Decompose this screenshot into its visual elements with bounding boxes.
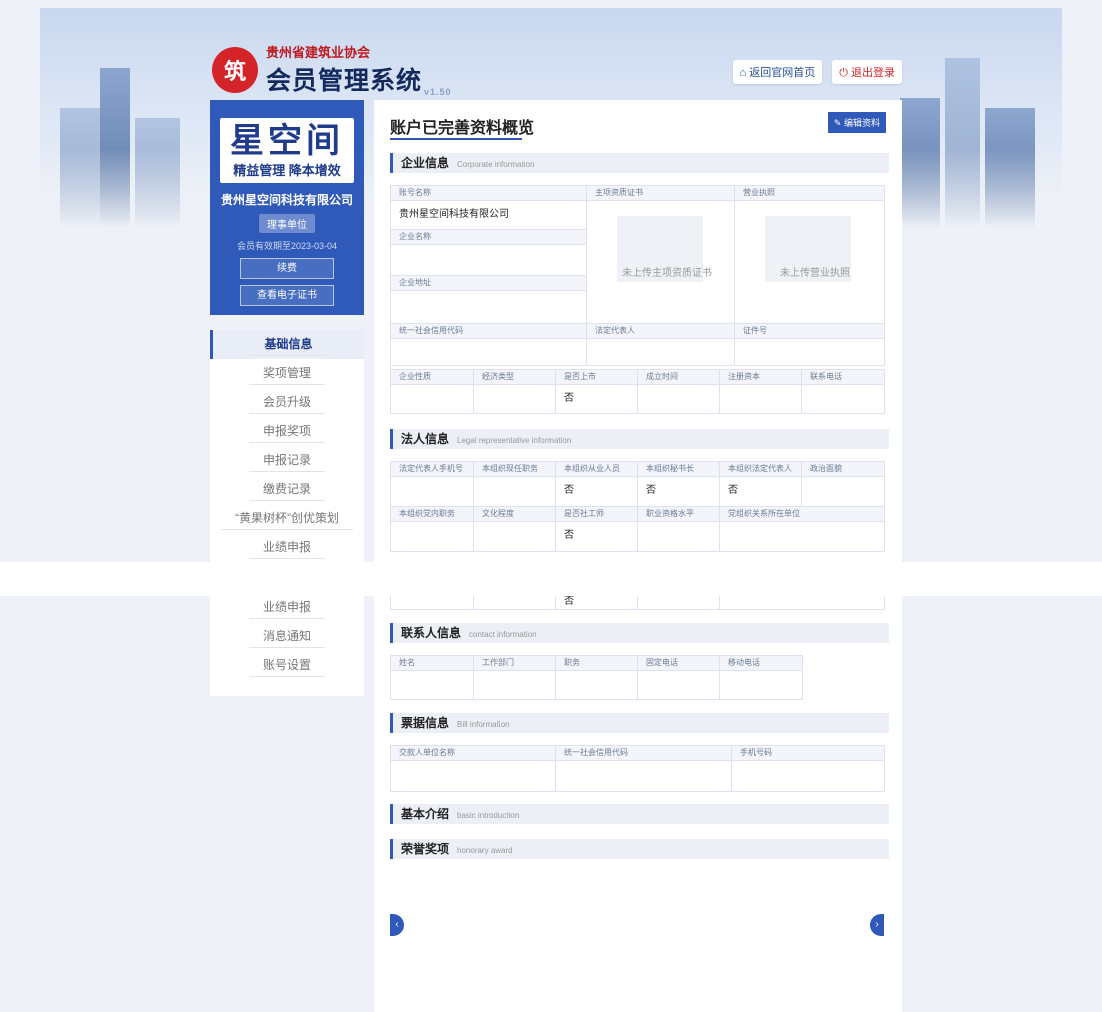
bill-table: 交款人单位名称 统一社会信用代码 手机号码 xyxy=(390,745,885,792)
edit-icon: ✎ xyxy=(833,118,842,128)
sidebar-item-messages[interactable]: 消息通知 xyxy=(210,622,364,651)
power-icon: ⏻ xyxy=(839,67,848,79)
company-logo: 星空间 精益管理 降本增效 xyxy=(220,118,354,183)
section-bill: 票据信息 Bill information xyxy=(390,713,889,733)
main-panel: 账户已完善资料概览 ✎ 编辑资料 企业信息 Corporate informati… xyxy=(374,100,902,1012)
legal-table: 法定代表人手机号 本组织现任职务 本组织从业人员否 本组织秘书长否 本组织法定代… xyxy=(390,461,885,552)
corporate-table: 账号名称 贵州星空间科技有限公司 企业名称 企业地址 主项资质证书 未上传主项资质… xyxy=(390,185,885,394)
screenshot-gap xyxy=(0,562,1102,596)
section-legal: 法人信息 Legal representative information xyxy=(390,429,889,449)
member-level-badge: 理事单位 xyxy=(259,214,315,233)
company-name: 贵州星空间科技有限公司 xyxy=(220,193,353,207)
page-title: 账户已完善资料概览 xyxy=(390,120,535,137)
sidebar-item-account-settings[interactable]: 账号设置 xyxy=(210,651,364,680)
sidebar-nav: 基础信息 奖项管理 会员升级 申报奖项 申报记录 缴费记录 “黄果树杯”创优策划… xyxy=(210,330,364,562)
sidebar-item-performance[interactable]: 业绩申报 xyxy=(210,533,364,562)
home-link[interactable]: ⌂ 返回官网首页 xyxy=(732,60,823,84)
sidebar-item-performance-2[interactable]: 业绩申报 xyxy=(210,593,364,622)
app-brand: 筑 贵州省建筑业协会 会员管理系统 v1.50 xyxy=(212,42,452,97)
edit-profile-button[interactable]: ✎ 编辑资料 xyxy=(827,112,886,133)
org-name: 贵州省建筑业协会 xyxy=(266,45,371,60)
sidebar-item-basic-info[interactable]: 基础信息 xyxy=(210,330,364,359)
sidebar-item-huangguoshu[interactable]: “黄果树杯”创优策划 xyxy=(210,504,364,533)
validity-text: 会员有效期至2023-03-04 xyxy=(236,241,338,251)
section-corporate: 企业信息 Corporate information xyxy=(390,153,889,173)
chevron-right-icon: › xyxy=(875,919,879,930)
prev-arrow-button[interactable]: ‹ xyxy=(390,914,404,936)
sidebar-nav-continued: 业绩申报 消息通知 账号设置 xyxy=(210,593,364,696)
section-contact: 联系人信息 contact information xyxy=(390,623,889,643)
chevron-left-icon: ‹ xyxy=(395,919,399,930)
section-introduction: 基本介绍 basic introduction xyxy=(390,804,889,824)
sidebar-item-upgrade[interactable]: 会员升级 xyxy=(210,388,364,417)
view-certificate-button[interactable]: 查看电子证书 xyxy=(240,285,334,306)
logout-link[interactable]: ⏻ 退出登录 xyxy=(832,60,902,84)
association-logo: 筑 xyxy=(212,46,258,93)
top-links: ⌂ 返回官网首页 ⏻ 退出登录 xyxy=(732,60,902,84)
section-honors: 荣誉奖项 honorary award xyxy=(390,839,889,859)
profile-card: 星空间 精益管理 降本增效 贵州星空间科技有限公司 理事单位 会员有效期至202… xyxy=(210,100,364,315)
corporate-row-table: 企业性质 经济类型 是否上市否 成立时间 注册资本 联系电话 xyxy=(390,369,885,414)
renew-button[interactable]: 续费 xyxy=(240,258,334,279)
system-title: 会员管理系统 v1.50 xyxy=(266,67,452,97)
next-arrow-button[interactable]: › xyxy=(870,914,884,936)
contact-table: 姓名 工作部门 职务 固定电话 移动电话 xyxy=(390,655,803,700)
sidebar-item-apply-award[interactable]: 申报奖项 xyxy=(210,417,364,446)
sidebar-item-awards[interactable]: 奖项管理 xyxy=(210,359,364,388)
home-icon: ⌂ xyxy=(739,67,747,79)
sidebar-item-payments[interactable]: 缴费记录 xyxy=(210,475,364,504)
sidebar-item-apply-records[interactable]: 申报记录 xyxy=(210,446,364,475)
